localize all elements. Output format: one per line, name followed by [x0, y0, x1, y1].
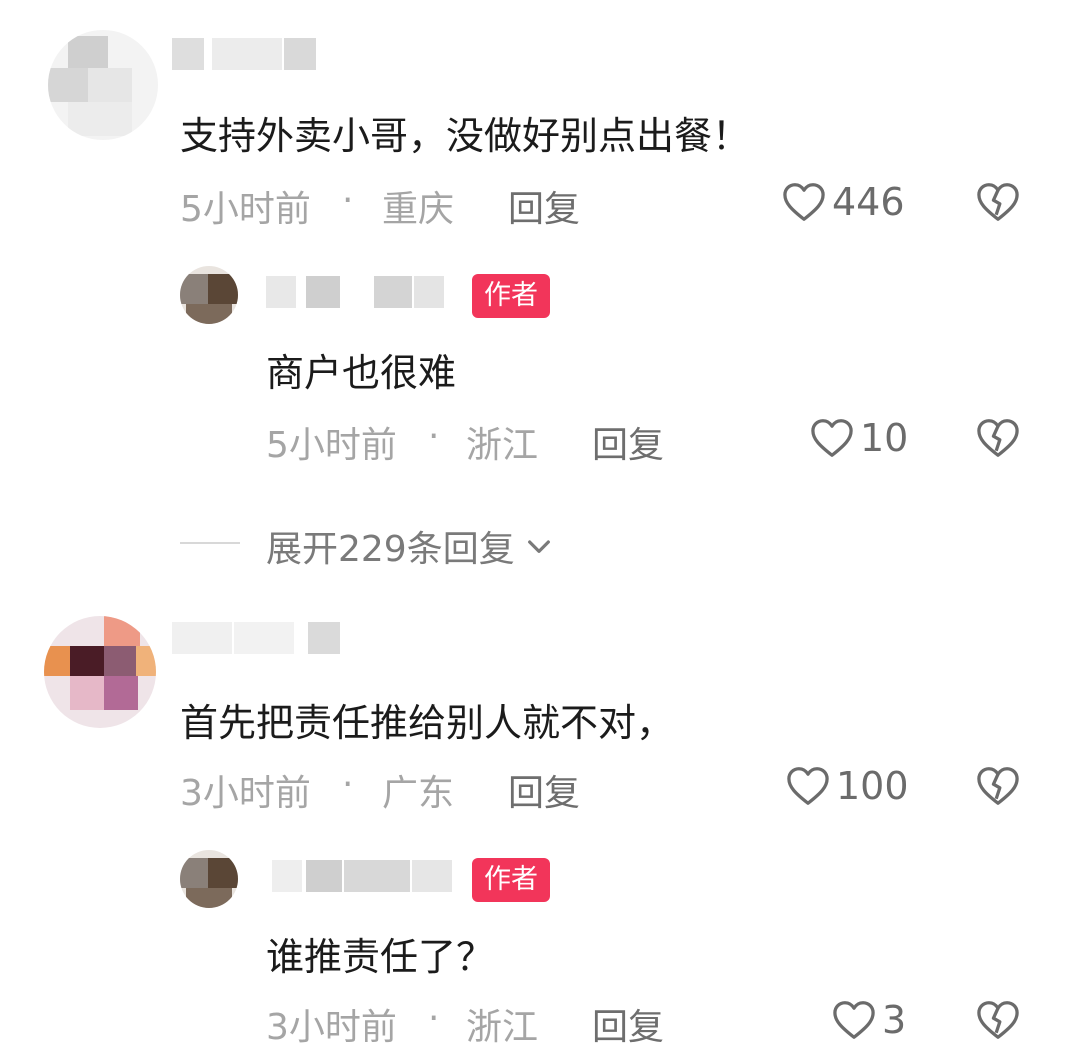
- reply-button[interactable]: 回复: [508, 764, 580, 816]
- avatar[interactable]: [180, 266, 238, 324]
- reply-location: 浙江: [466, 1007, 539, 1048]
- like-count: 3: [882, 998, 907, 1042]
- reply-text: 谁推责任了？: [266, 935, 495, 979]
- like-button[interactable]: 446: [782, 180, 905, 224]
- like-count: 10: [860, 416, 909, 460]
- comment-location: 重庆: [382, 189, 455, 230]
- heart-outline-icon: [787, 767, 829, 805]
- avatar[interactable]: [180, 850, 238, 908]
- username-blurred[interactable]: [272, 860, 462, 892]
- broken-heart-icon: [977, 419, 1019, 457]
- username-blurred[interactable]: [266, 276, 456, 308]
- comment-location: 广东: [382, 773, 455, 814]
- author-badge: 作者: [472, 274, 550, 318]
- username-blurred[interactable]: [172, 38, 342, 70]
- like-button[interactable]: 3: [832, 998, 906, 1042]
- expand-replies-button[interactable]: 展开229条回复: [266, 520, 555, 572]
- like-button[interactable]: 10: [810, 416, 908, 460]
- heart-outline-icon: [811, 419, 853, 457]
- reply-button[interactable]: 回复: [592, 998, 664, 1050]
- reply-time: 3小时前: [266, 1007, 397, 1048]
- dislike-button[interactable]: [976, 1000, 1020, 1044]
- avatar[interactable]: [44, 616, 156, 728]
- meta-separator: ·: [428, 416, 440, 457]
- comment-time: 5小时前: [180, 189, 311, 230]
- dislike-button[interactable]: [976, 182, 1020, 226]
- like-button[interactable]: 100: [786, 764, 909, 808]
- avatar[interactable]: [48, 30, 158, 140]
- expand-replies-label: 展开229条回复: [266, 529, 515, 570]
- meta-separator: ·: [342, 764, 354, 805]
- username-blurred[interactable]: [172, 622, 342, 654]
- expand-divider: [180, 542, 240, 544]
- reply-location: 浙江: [466, 425, 539, 466]
- reply-time: 5小时前: [266, 425, 397, 466]
- comment-text: 首先把责任推给别人就不对，: [180, 701, 675, 745]
- reply-button[interactable]: 回复: [592, 416, 664, 468]
- like-count: 100: [836, 764, 909, 808]
- dislike-button[interactable]: [976, 766, 1020, 810]
- broken-heart-icon: [977, 183, 1019, 221]
- broken-heart-icon: [977, 1001, 1019, 1039]
- chevron-down-icon: [527, 540, 550, 553]
- author-badge: 作者: [472, 858, 550, 902]
- reply-text: 商户也很难: [266, 351, 457, 395]
- comment-time: 3小时前: [180, 773, 311, 814]
- comment-text: 支持外卖小哥，没做好别点出餐！: [180, 114, 751, 158]
- heart-outline-icon: [783, 183, 825, 221]
- meta-separator: ·: [342, 180, 354, 221]
- broken-heart-icon: [977, 767, 1019, 805]
- like-count: 446: [832, 180, 905, 224]
- meta-separator: ·: [428, 998, 440, 1039]
- dislike-button[interactable]: [976, 418, 1020, 462]
- reply-button[interactable]: 回复: [508, 180, 580, 232]
- heart-outline-icon: [833, 1001, 875, 1039]
